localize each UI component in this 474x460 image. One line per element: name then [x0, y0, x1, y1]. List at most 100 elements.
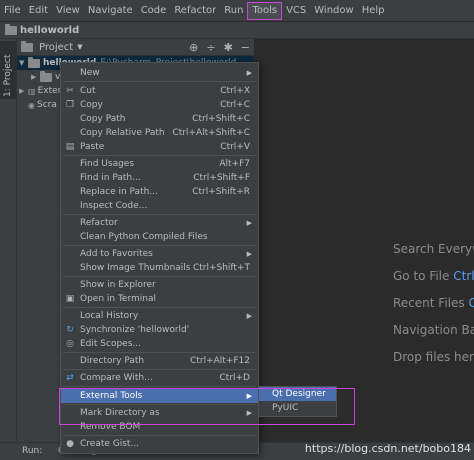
menu-item-create-gist[interactable]: ● Create Gist... [61, 437, 258, 451]
menu-item-edit-scopes[interactable]: ◎ Edit Scopes... [61, 337, 258, 351]
tree-item-label: Exter [37, 86, 62, 96]
menu-item-copy-relative-path[interactable]: Copy Relative Path Ctrl+Alt+Shift+C [61, 126, 258, 140]
menu-item-replace-in-path[interactable]: Replace in Path... Ctrl+Shift+R [61, 185, 258, 199]
menu-vcs[interactable]: VCS [282, 0, 310, 22]
menu-separator [63, 245, 256, 246]
menu-item-directory-path[interactable]: Directory Path Ctrl+Alt+F12 [61, 354, 258, 368]
project-tool-tab-label: 1: Project [3, 54, 13, 97]
hint-shortcut: Ct [468, 296, 474, 310]
compare-icon: ⇄ [66, 373, 74, 383]
hint-go-to-file: Go to File Ctrl [393, 269, 474, 283]
submenu-item-pyuic[interactable]: PyUIC [259, 401, 336, 415]
submenu-arrow-icon: ▶ [246, 312, 252, 320]
submenu-arrow-icon: ▶ [246, 250, 252, 258]
breadcrumb-project[interactable]: helloworld [20, 25, 79, 36]
menu-separator [63, 307, 256, 308]
menu-item-open-in-terminal[interactable]: ▣ Open in Terminal [61, 292, 258, 306]
run-label: Run: [22, 446, 43, 456]
watermark: https://blog.csdn.net/bobo184 [304, 442, 471, 455]
hint-drop-files: Drop files here [393, 350, 474, 364]
menu-item-external-tools[interactable]: External Tools ▶ [61, 389, 258, 403]
menu-item-add-to-favorites[interactable]: Add to Favorites ▶ [61, 247, 258, 261]
menu-separator [63, 214, 256, 215]
context-menu: New ▶ ✂ Cut Ctrl+X ❐ Copy Ctrl+C Copy Path Ctr… [60, 62, 259, 454]
menu-item-copy[interactable]: ❐ Copy Ctrl+C [61, 98, 258, 112]
folder-icon [40, 70, 52, 82]
menu-bar: File Edit View Navigate Code Refactor Ru… [0, 0, 474, 22]
sync-icon: ↻ [66, 325, 74, 335]
menu-item-paste[interactable]: ▤ Paste Ctrl+V [61, 140, 258, 154]
menu-tools[interactable]: Tools [247, 1, 283, 20]
hide-icon[interactable]: − [241, 41, 250, 54]
panel-header-icons: ⊕ ÷ ✱ − [189, 41, 250, 54]
menu-window[interactable]: Window [310, 0, 357, 22]
menu-item-cut[interactable]: ✂ Cut Ctrl+X [61, 84, 258, 98]
menu-item-remove-bom[interactable]: Remove BOM [61, 420, 258, 434]
github-icon: ● [66, 439, 74, 449]
hint-navigation-bar: Navigation Bar [393, 323, 474, 337]
expand-arrow-icon[interactable]: ▶ [19, 87, 28, 95]
menu-file[interactable]: File [0, 0, 25, 22]
hint-search-everywhere: Search Everywh [393, 242, 474, 256]
menu-separator [63, 155, 256, 156]
menu-separator [63, 435, 256, 436]
submenu-item-qt-designer[interactable]: Qt Designer [259, 387, 336, 401]
external-tools-submenu: Qt Designer PyUIC [258, 386, 337, 417]
menu-run[interactable]: Run [220, 0, 247, 22]
menu-item-copy-path[interactable]: Copy Path Ctrl+Shift+C [61, 112, 258, 126]
cut-icon: ✂ [66, 86, 74, 96]
scopes-icon: ◎ [66, 339, 74, 349]
menu-separator [63, 276, 256, 277]
menu-separator [63, 81, 256, 82]
expand-arrow-icon[interactable]: ▶ [31, 73, 40, 81]
hint-recent-files: Recent Files Ct [393, 296, 474, 310]
left-tool-strip: 1: Project [0, 39, 17, 442]
collapse-icon[interactable]: ÷ [206, 41, 215, 54]
scratches-icon: ◉ [28, 100, 35, 110]
folder-icon [28, 56, 40, 68]
menu-item-mark-directory-as[interactable]: Mark Directory as ▶ [61, 406, 258, 420]
menu-navigate[interactable]: Navigate [84, 0, 137, 22]
menu-item-new[interactable]: New ▶ [61, 66, 258, 80]
menu-help[interactable]: Help [358, 0, 389, 22]
submenu-arrow-icon: ▶ [246, 392, 252, 400]
menu-item-inspect-code[interactable]: Inspect Code... [61, 199, 258, 213]
expand-arrow-icon[interactable]: ▼ [19, 59, 28, 67]
navigation-bar: helloworld [0, 22, 474, 39]
editor-area: Search Everywh Go to File Ctrl Recent Fi… [256, 39, 474, 442]
hint-shortcut: Ctrl [453, 269, 474, 283]
project-icon [21, 40, 33, 52]
menu-separator [63, 386, 256, 387]
menu-separator [63, 352, 256, 353]
menu-item-find-in-path[interactable]: Find in Path... Ctrl+Shift+F [61, 171, 258, 185]
chevron-down-icon[interactable]: ▼ [77, 43, 82, 51]
copy-icon: ❐ [65, 100, 75, 110]
menu-refactor[interactable]: Refactor [170, 0, 220, 22]
submenu-arrow-icon: ▶ [246, 69, 252, 77]
menu-item-clean-python-compiled[interactable]: Clean Python Compiled Files [61, 230, 258, 244]
paste-icon: ▤ [65, 142, 75, 152]
menu-item-local-history[interactable]: Local History ▶ [61, 309, 258, 323]
library-icon: ▥ [28, 86, 36, 96]
menu-item-refactor[interactable]: Refactor ▶ [61, 216, 258, 230]
menu-separator [63, 369, 256, 370]
menu-item-show-image-thumbnails[interactable]: Show Image Thumbnails Ctrl+Shift+T [61, 261, 258, 275]
terminal-icon: ▣ [65, 294, 75, 304]
menu-code[interactable]: Code [137, 0, 171, 22]
menu-item-compare-with[interactable]: ⇄ Compare With... Ctrl+D [61, 371, 258, 385]
menu-item-show-in-explorer[interactable]: Show in Explorer [61, 278, 258, 292]
locate-icon[interactable]: ⊕ [189, 41, 198, 54]
menu-edit[interactable]: Edit [25, 0, 52, 22]
gear-icon[interactable]: ✱ [224, 41, 233, 54]
menu-separator [63, 404, 256, 405]
project-view-selector[interactable]: Project [39, 42, 73, 53]
project-tool-tab[interactable]: 1: Project [0, 41, 16, 99]
menu-item-find-usages[interactable]: Find Usages Alt+F7 [61, 157, 258, 171]
menu-view[interactable]: View [52, 0, 84, 22]
submenu-arrow-icon: ▶ [246, 219, 252, 227]
folder-icon [5, 23, 17, 35]
tree-item-label: Scra [36, 100, 57, 110]
menu-item-synchronize[interactable]: ↻ Synchronize 'helloworld' [61, 323, 258, 337]
project-panel-header: Project ▼ ⊕ ÷ ✱ − [17, 39, 254, 56]
submenu-arrow-icon: ▶ [246, 409, 252, 417]
